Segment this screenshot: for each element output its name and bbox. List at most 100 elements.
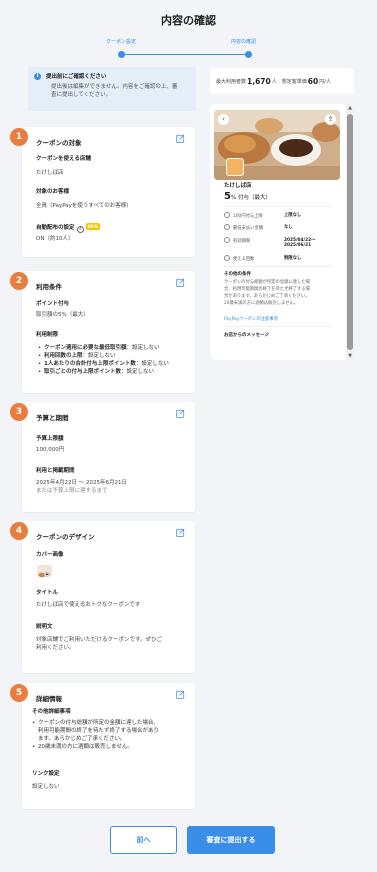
field-value-title: たけしば店で使えるおトクなクーポンです	[36, 602, 141, 608]
preview-terms-link[interactable]: PayPayクーポンの注意事項	[224, 316, 278, 322]
preview-store-name: たけしば店	[224, 183, 252, 189]
store-logo	[226, 158, 244, 176]
field-label-auto-distribution: 自動配布の設定 ?NEW	[36, 223, 101, 233]
detail-line: クーポンの付与総額が所定の金額に達した場合、	[38, 720, 160, 726]
condition-line: 合があります。あらかじめご了承ください。	[224, 294, 310, 299]
section-title: 詳細情報	[36, 695, 62, 703]
limit-value: 設定しない	[126, 369, 154, 375]
section-number-badge: 2	[10, 272, 28, 290]
limit-label: 取引ごとの付与上限ポイント数	[44, 369, 121, 375]
preview-row-value: 上限なし	[284, 213, 302, 218]
edit-icon[interactable]	[176, 278, 185, 287]
field-value-description-line-1: 対象店舗でご利用いただけるクーポンです。ぜひご	[36, 637, 162, 643]
limit-label: 利用回数の上限	[44, 353, 83, 359]
list-item: 1人あたりの合計付与上限ポイント数：設定しない	[38, 360, 169, 368]
list-item: クーポン適用に必要な最低取引額：設定しない	[38, 344, 169, 352]
notice-title: 提出前にご確認ください	[46, 74, 107, 80]
field-label-points: ポイント付与	[36, 301, 70, 307]
section-budget-period: 3 予算と期間 予算上限額 100,000円 利用と掲載期間 2025年4月22…	[10, 402, 195, 512]
field-label-store: クーポンを使える店舗	[36, 156, 91, 162]
field-value-store: たけしば店	[36, 170, 64, 176]
preview-rate: 5% 付与（最大）	[224, 191, 271, 202]
limits-list: クーポン適用に必要な最低取引額：設定しない 利用回数の上限：設定しない 1人あた…	[38, 344, 169, 376]
section-title: クーポンの対象	[36, 139, 82, 147]
preview-conditions-title: その他の条件	[224, 272, 251, 277]
help-icon[interactable]: ?	[76, 226, 84, 233]
notice-body-line-1: 提出後は編集ができません。内容をご確認の上、審	[51, 84, 178, 90]
section-details: 5 詳細情報 その他詳細事項 クーポンの付与総額が所定の金額に達した場合、利用可…	[10, 683, 195, 809]
scroll-down-icon[interactable]: ▼	[347, 353, 353, 359]
stats-bar: 最大利用者数 1,670 人 想定客単価 60 円/人	[210, 68, 354, 94]
divider	[224, 206, 332, 207]
field-value-description-line-2: 利用ください。	[36, 645, 75, 651]
new-badge: NEW	[85, 223, 101, 230]
condition-line: 20歳未満の方に酒類は販売しません。	[224, 301, 299, 306]
clock-icon	[224, 237, 230, 243]
progress-stepper: クーポン設定 内容の確認	[90, 38, 270, 62]
details-list: クーポンの付与総額が所定の金額に達した場合、利用可能期間の終了を待たず終了する場…	[32, 719, 159, 751]
preview-message-title: お店からのメッセージ	[224, 333, 269, 338]
field-value-budget: 100,000円	[36, 447, 65, 453]
preview-row-label: 100円付与上限	[233, 214, 263, 219]
preview-row-label: 使える回数	[233, 257, 255, 262]
submit-review-button[interactable]: 審査に提出する	[187, 826, 275, 854]
preview-row-period: 有効期限 2025/04/22～ 2025/06/21	[224, 237, 334, 248]
field-value-period: 2025年4月22日 ～ 2025年6月21日	[36, 480, 127, 486]
step-dot-1	[118, 51, 125, 58]
edit-icon[interactable]	[176, 134, 185, 143]
field-value-link: 設定しない	[32, 784, 60, 790]
edit-icon[interactable]	[176, 409, 185, 418]
section-title: 利用条件	[36, 283, 62, 291]
field-label-period: 利用と掲載期間	[36, 468, 75, 474]
edit-icon[interactable]	[176, 528, 185, 537]
field-label-title: タイトル	[36, 590, 59, 596]
step-dot-2	[245, 51, 252, 58]
list-item: クーポンの付与総額が所定の金額に達した場合、利用可能期間の終了を待たず終了する場…	[32, 719, 159, 743]
notice-box: i 提出前にご確認ください 提出後は編集ができません。内容をご確認の上、審 査に…	[28, 67, 196, 111]
field-label-budget: 予算上限額	[36, 436, 64, 442]
scroll-thumb[interactable]	[347, 114, 353, 350]
list-item: 取引ごとの付与上限ポイント数：設定しない	[38, 368, 169, 376]
preview-row-limit: 100円付与上限 上限なし	[224, 212, 334, 219]
limit-label: 1人あたりの合計付与上限ポイント数	[44, 361, 136, 367]
detail-line: ます。あらかじめご了承ください。	[38, 736, 126, 742]
max-users-unit: 人	[271, 78, 277, 85]
section-number-badge: 1	[10, 128, 28, 146]
section-number-badge: 3	[10, 403, 28, 421]
preview-row-usage-count: 使える回数 制限なし	[224, 255, 334, 262]
field-label-link: リンク設定	[32, 771, 60, 777]
max-users-value: 1,670	[247, 76, 271, 86]
back-button[interactable]: 前へ	[110, 826, 177, 854]
limit-value: 設定しない	[88, 353, 116, 359]
max-users-label: 最大利用者数	[216, 78, 247, 85]
section-number-badge: 4	[10, 522, 28, 540]
section-title: 予算と期間	[36, 414, 69, 422]
section-coupon-target: 1 クーポンの対象 クーポンを使える店舗 たけしば店 対象のお客様 全員（Pay…	[10, 127, 195, 257]
field-label-description: 説明文	[36, 624, 53, 630]
preview-row-value-2: 2025/06/21	[284, 243, 312, 248]
scroll-up-icon[interactable]: ▲	[347, 105, 353, 111]
edit-icon[interactable]	[176, 690, 185, 699]
back-arrow-icon[interactable]: ‹	[218, 114, 229, 125]
preview-row-label: 有効期限	[233, 239, 251, 244]
yen-icon	[224, 224, 230, 230]
field-label-other-details: その他詳細事項	[32, 709, 71, 715]
preview-rate-value: 5	[224, 191, 231, 202]
field-value-points: 取引額の5%（最大）	[36, 312, 89, 318]
field-label-cover-image: カバー画像	[36, 552, 64, 558]
preview-row-min-payment: 最低支払い金額 なし	[224, 224, 334, 231]
field-label-audience: 対象のお客様	[36, 189, 70, 195]
step-label-confirm: 内容の確認	[231, 39, 257, 45]
notice-body-line-2: 査に提出してください。	[51, 92, 112, 98]
field-note-period: または予算上限に達するまで	[36, 488, 108, 494]
share-icon[interactable]: ⇪	[325, 114, 336, 125]
preview-rate-suffix: % 付与（最大）	[230, 195, 271, 201]
cover-image-thumbnail	[37, 565, 52, 578]
preview-scrollbar[interactable]: ▲ ▼	[346, 104, 354, 360]
field-value-auto-distribution: ON（約10人）	[36, 236, 74, 242]
preview-row-value: 制限なし	[284, 256, 302, 261]
unit-price-unit: 円/人	[319, 78, 331, 85]
auto-distribution-label-text: 自動配布の設定	[36, 225, 75, 231]
page-title: 内容の確認	[161, 14, 216, 27]
preview-row-value: なし	[284, 225, 293, 230]
